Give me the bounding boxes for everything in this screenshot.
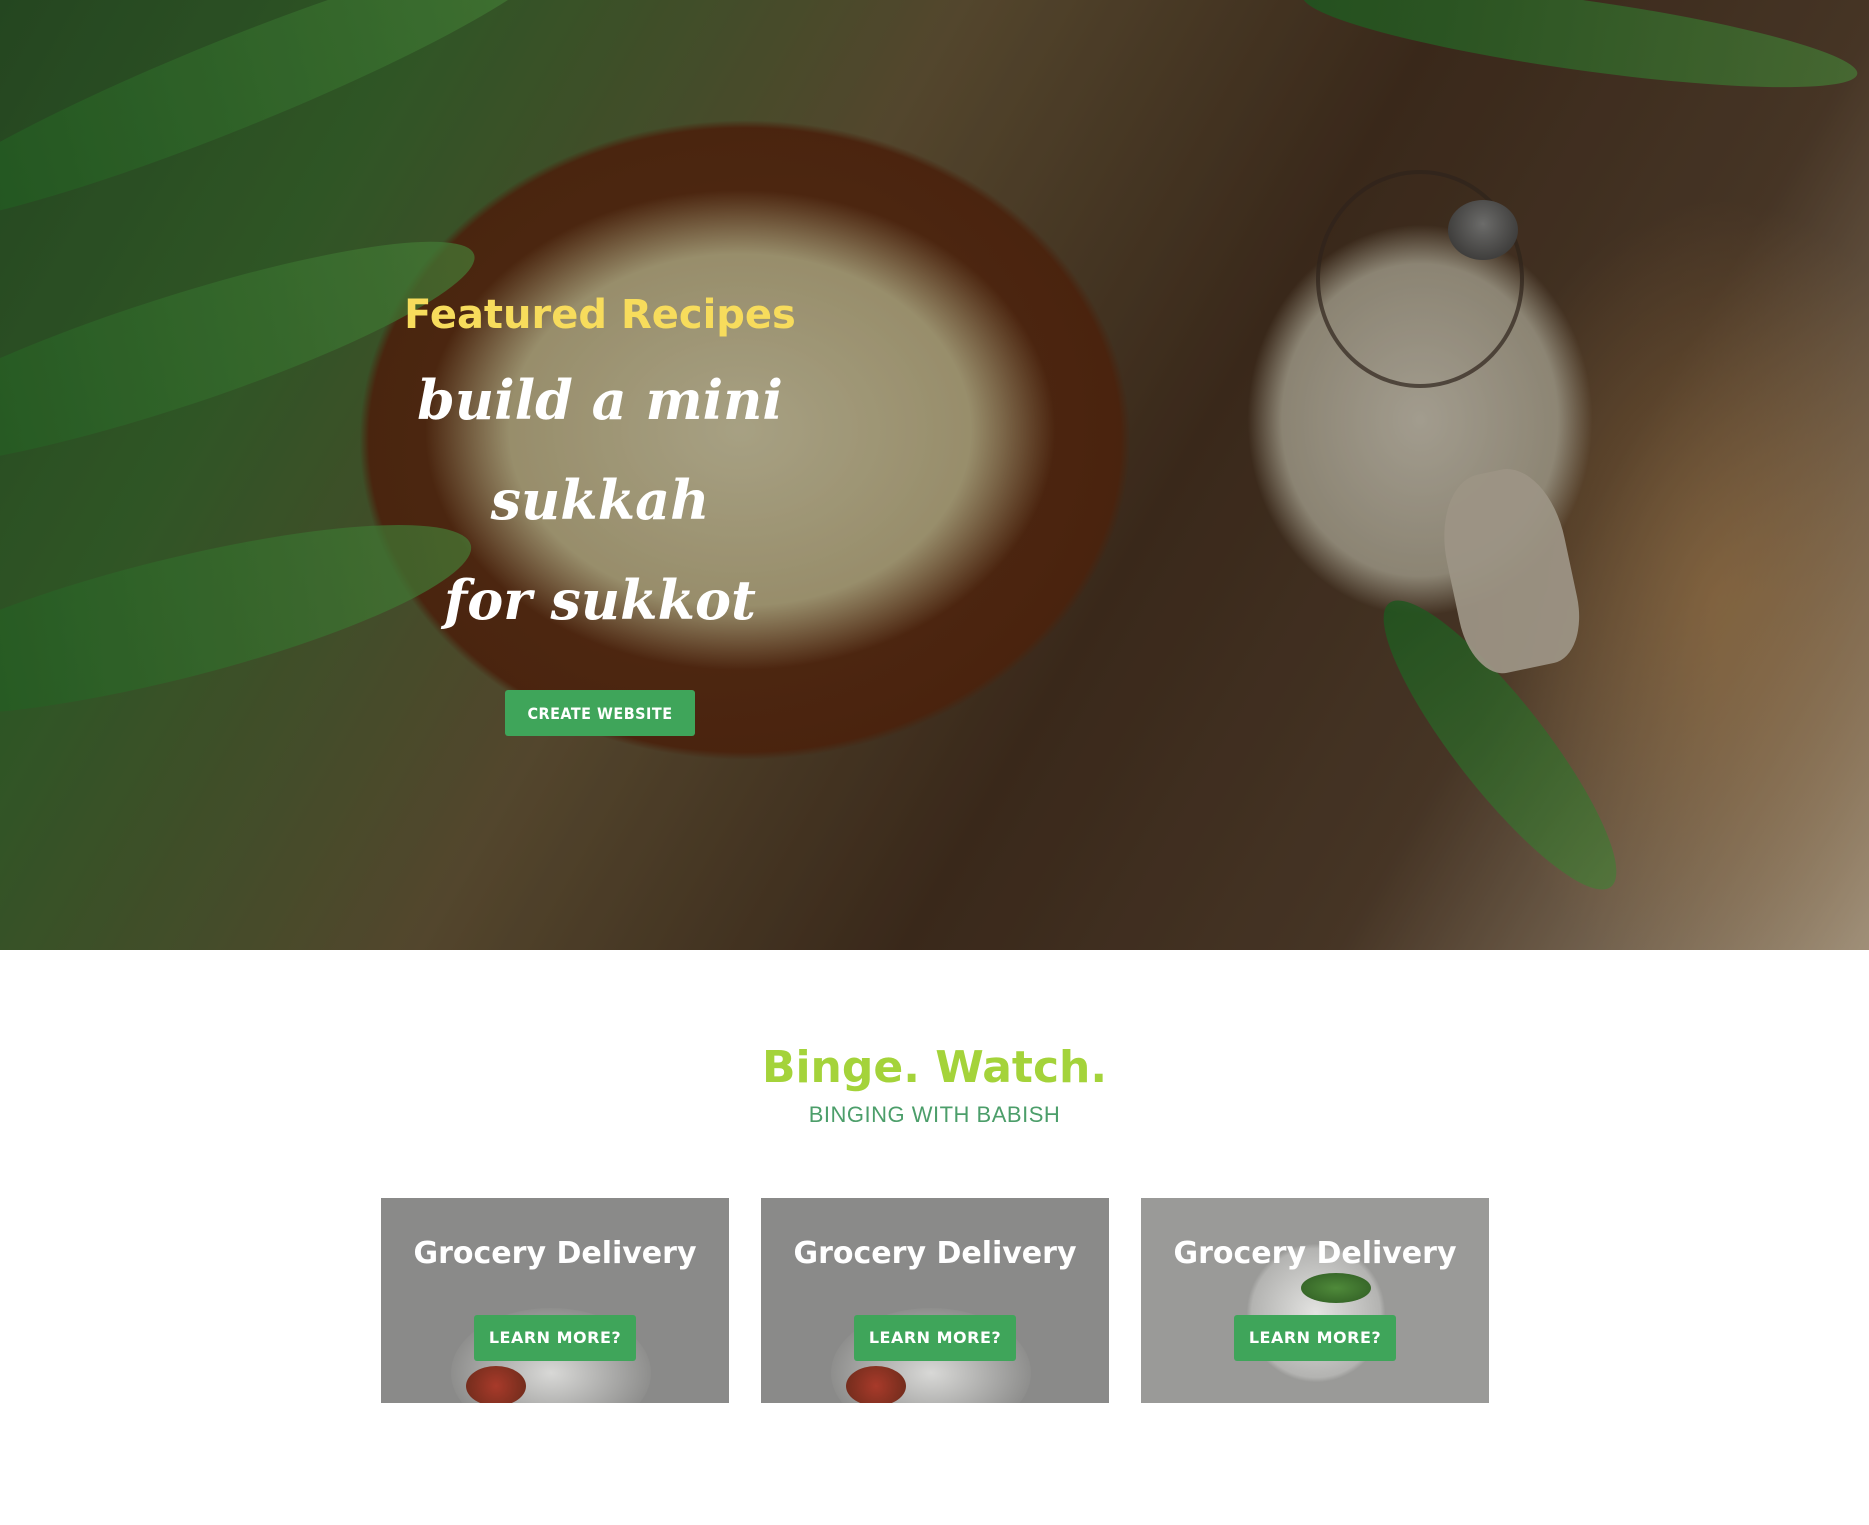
hero-title-line-1: build a mini sukkah [417,368,783,532]
learn-more-button[interactable]: LEARN MORE? [474,1315,636,1361]
card-grocery-delivery-2: Grocery Delivery LEARN MORE? [761,1198,1109,1403]
binge-watch-section: Binge. Watch. BINGING WITH BABISH Grocer… [0,950,1869,1525]
hero-banner: Featured Recipes build a mini sukkah for… [0,0,1869,950]
section-title: Binge. Watch. [761,1042,1108,1093]
dish-garnish [466,1366,526,1403]
create-website-button[interactable]: CREATE WEBSITE [505,690,695,736]
hero-eyebrow: Featured Recipes [404,292,796,338]
learn-more-button[interactable]: LEARN MORE? [1234,1315,1396,1361]
hero-overlay [0,0,1869,950]
card-grocery-delivery-1: Grocery Delivery LEARN MORE? [381,1198,729,1403]
dish-garnish [1301,1273,1371,1303]
card-title: Grocery Delivery [413,1236,697,1271]
hero-title-line-2: for sukkot [444,568,756,632]
card-title: Grocery Delivery [1173,1236,1457,1271]
section-subtitle: BINGING WITH BABISH [808,1102,1061,1127]
dish-garnish [846,1366,906,1403]
card-grocery-delivery-3: Grocery Delivery LEARN MORE? [1141,1198,1489,1403]
hero-title: build a mini sukkah for sukkot [380,350,820,650]
learn-more-button[interactable]: LEARN MORE? [854,1315,1016,1361]
hero-content: Featured Recipes build a mini sukkah for… [380,292,820,736]
card-title: Grocery Delivery [793,1236,1077,1271]
